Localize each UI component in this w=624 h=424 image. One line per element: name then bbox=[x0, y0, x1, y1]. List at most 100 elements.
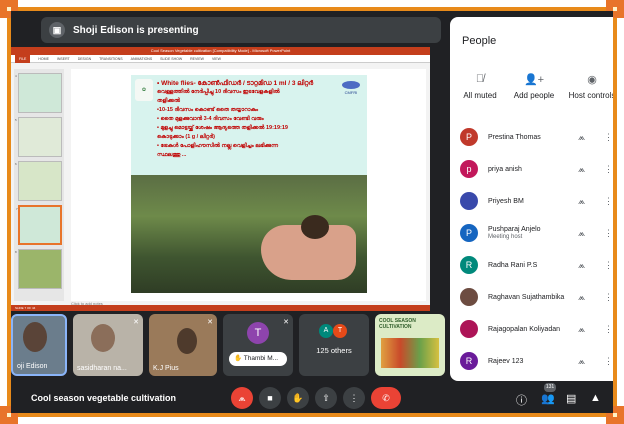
more-options-icon[interactable]: ⋮ bbox=[604, 164, 613, 175]
host-label: Meeting host bbox=[488, 234, 523, 240]
ppt-tab: HOME bbox=[38, 56, 49, 61]
video-tile[interactable]: T ✕ ✋ Thambi M... bbox=[223, 314, 293, 376]
avatar: T bbox=[333, 324, 347, 338]
slide-thumbnail: 8 bbox=[15, 249, 62, 289]
others-tile[interactable]: A T 125 others bbox=[299, 314, 369, 376]
participant-row[interactable]: R Radha Rani P.S ⩕ ⋮ bbox=[450, 249, 613, 281]
more-options-icon[interactable]: ⋮ bbox=[604, 356, 613, 367]
mic-off-icon: ✕ bbox=[133, 319, 139, 326]
ppt-tab: INSERT bbox=[56, 56, 70, 61]
avatar: R bbox=[460, 256, 478, 274]
video-tile[interactable]: ✕ sasidharan na... bbox=[73, 314, 143, 376]
host-controls-button[interactable]: ◉ Host controls bbox=[562, 73, 613, 100]
video-tile[interactable]: ✕ K.J Pius bbox=[149, 314, 217, 376]
tile-slide-title: COOL SEASON CULTIVATION bbox=[379, 318, 416, 330]
presenting-banner: ▣ Shoji Edison is presenting bbox=[41, 17, 441, 43]
participant-name: Radha Rani P.S bbox=[488, 261, 538, 269]
toggle-icon: ◉ bbox=[587, 74, 597, 86]
camera-button[interactable]: ■ bbox=[259, 387, 281, 409]
avatar: A bbox=[319, 324, 333, 338]
mic-off-icon: 🎙̸ bbox=[475, 73, 485, 85]
tile-name: sasidharan na... bbox=[77, 365, 127, 372]
ppt-window-title: Cool Season Vegetable cultivation [Compa… bbox=[11, 47, 430, 55]
mic-off-button[interactable]: ⩕ bbox=[231, 387, 253, 409]
icar-logo: ✿ bbox=[135, 79, 153, 101]
activities-icon[interactable]: ▲ bbox=[590, 392, 601, 404]
video-tile[interactable]: oji Edison bbox=[11, 314, 67, 376]
participant-row[interactable]: p priya anish ⩕ ⋮ bbox=[450, 153, 613, 185]
seedling-tray-photo bbox=[131, 175, 367, 293]
slide-thumbnails: 4 5 6 7 8 bbox=[14, 69, 64, 301]
others-count: 125 others bbox=[316, 346, 352, 355]
avatar bbox=[460, 192, 478, 210]
soil-plug-image bbox=[301, 215, 329, 239]
meet-window: Cool Season Vegetable cultivation [Compa… bbox=[11, 11, 613, 413]
participant-list: P Prestina Thomas ⩕ ⋮ p priya anish ⩕ ⋮ … bbox=[450, 121, 613, 377]
mic-off-icon: ⩕ bbox=[578, 163, 586, 174]
current-slide: ✿ CMFRI • White flies- കോൺഫിഡർ / ടാറ്റമി… bbox=[131, 75, 367, 293]
mic-off-icon: ⩕ bbox=[578, 227, 586, 238]
add-person-icon: 👤+ bbox=[523, 74, 545, 86]
mic-off-icon: ⩕ bbox=[578, 355, 586, 366]
vegetables-image bbox=[381, 338, 439, 368]
tile-name: oji Edison bbox=[17, 363, 48, 370]
participant-name: Pushparaj Anjelo Meeting host bbox=[488, 226, 570, 240]
present-button[interactable]: ⇧ bbox=[315, 387, 337, 409]
ppt-tab: REVIEW bbox=[190, 56, 204, 61]
shared-screen: Cool Season Vegetable cultivation [Compa… bbox=[11, 47, 430, 311]
participant-row[interactable]: P Prestina Thomas ⩕ ⋮ bbox=[450, 121, 613, 153]
participant-name: Priyesh BM bbox=[488, 197, 524, 205]
more-options-icon[interactable]: ⋮ bbox=[604, 292, 613, 303]
avatar bbox=[460, 288, 478, 306]
ppt-tab: SLIDE SHOW bbox=[160, 56, 183, 61]
avatar: T bbox=[247, 322, 269, 344]
more-options-icon[interactable]: ⋮ bbox=[604, 132, 613, 143]
more-options-button[interactable]: ⋮ bbox=[343, 387, 365, 409]
ppt-tab: DESIGN bbox=[77, 56, 92, 61]
all-muted-control[interactable]: 🎙̸ All muted bbox=[450, 73, 510, 100]
avatar: P bbox=[460, 128, 478, 146]
person-image bbox=[177, 328, 197, 354]
tile-name: K.J Pius bbox=[153, 365, 179, 372]
more-options-icon[interactable]: ⋮ bbox=[604, 228, 613, 239]
participant-filmstrip: oji Edison ✕ sasidharan na... ✕ K.J Pius… bbox=[11, 314, 446, 378]
ppt-tab: ANIMATIONS bbox=[130, 56, 153, 61]
more-options-icon[interactable]: ⋮ bbox=[604, 196, 613, 207]
ppt-status-bar: SLIDE 7 OF 44 bbox=[11, 305, 430, 311]
people-panel: People 🎙̸ All muted 👤+ Add people ◉ Host… bbox=[450, 17, 613, 381]
mic-off-icon: ⩕ bbox=[578, 195, 586, 206]
avatar: R bbox=[460, 352, 478, 370]
more-options-icon[interactable]: ⋮ bbox=[604, 324, 613, 335]
participant-row[interactable]: R Rajeev 123 ⩕ ⋮ bbox=[450, 345, 613, 377]
leave-call-button[interactable]: ✆ bbox=[371, 387, 401, 409]
person-image bbox=[23, 322, 47, 352]
participant-row[interactable]: Priyesh BM ⩕ ⋮ bbox=[450, 185, 613, 217]
ppt-tab: FILE bbox=[15, 54, 31, 63]
avatar: p bbox=[460, 160, 478, 178]
participant-row[interactable]: Raghavan Sujathambika ⩕ ⋮ bbox=[450, 281, 613, 313]
mic-off-icon: ⩕ bbox=[578, 131, 586, 142]
more-options-icon[interactable]: ⋮ bbox=[604, 260, 613, 271]
ppt-tab: VIEW bbox=[211, 56, 221, 61]
participant-row[interactable]: P Pushparaj Anjelo Meeting host ⩕ ⋮ bbox=[450, 217, 613, 249]
slide-thumbnail: 4 bbox=[15, 73, 62, 113]
person-image bbox=[91, 324, 115, 352]
raise-hand-button[interactable]: ✋ bbox=[287, 387, 309, 409]
ppt-tab: TRANSITIONS bbox=[99, 56, 123, 61]
chat-icon[interactable]: ▤ bbox=[566, 392, 576, 405]
info-icon[interactable]: ⓘ bbox=[516, 392, 527, 408]
people-icon[interactable]: 👥 bbox=[541, 392, 555, 405]
slide-canvas: ✿ CMFRI • White flies- കോൺഫിഡർ / ടാറ്റമി… bbox=[71, 69, 426, 301]
slide-thumbnail: 6 bbox=[15, 161, 62, 201]
mic-off-icon: ✕ bbox=[283, 319, 289, 326]
participant-name: Rajagopalan Koliyadan bbox=[488, 325, 560, 333]
participant-row[interactable]: Rajagopalan Koliyadan ⩕ ⋮ bbox=[450, 313, 613, 345]
slide-thumbnail-selected: 7 bbox=[16, 205, 62, 245]
participant-name: priya anish bbox=[488, 165, 522, 173]
add-people-button[interactable]: 👤+ Add people bbox=[504, 73, 564, 100]
presentation-tile[interactable]: COOL SEASON CULTIVATION bbox=[375, 314, 445, 376]
avatar bbox=[460, 320, 478, 338]
slide-thumbnail: 5 bbox=[15, 117, 62, 157]
participant-name: Raghavan Sujathambika bbox=[488, 293, 565, 301]
present-screen-icon: ▣ bbox=[49, 22, 65, 38]
